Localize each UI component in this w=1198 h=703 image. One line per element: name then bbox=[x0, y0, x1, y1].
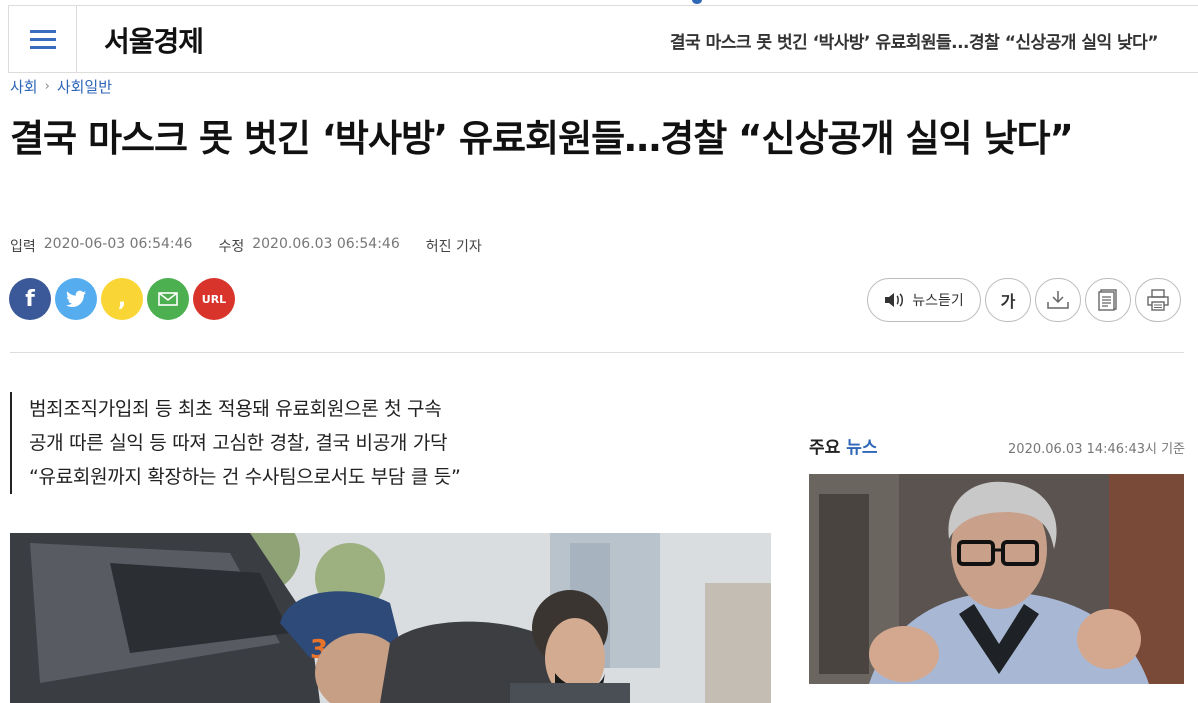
author-name[interactable]: 허진 기자 bbox=[426, 236, 482, 256]
mail-icon bbox=[158, 292, 178, 306]
sidebar-title: 주요 뉴스 bbox=[809, 433, 877, 458]
article-headline: 결국 마스크 못 벗긴 ‘박사방’ 유료회원들…경찰 “신상공개 실익 낮다” bbox=[10, 117, 1074, 160]
sidebar-news-photo[interactable] bbox=[809, 474, 1184, 684]
facebook-share-button[interactable]: f bbox=[9, 278, 51, 320]
url-label: URL bbox=[201, 292, 227, 306]
listen-news-button[interactable]: 뉴스듣기 bbox=[867, 278, 981, 322]
mail-share-button[interactable] bbox=[147, 278, 189, 320]
summary-line: 공개 따른 실익 등 따져 고심한 경찰, 결국 비공개 가닥 bbox=[29, 432, 448, 454]
site-header: 서울경제 결국 마스크 못 벗긴 ‘박사방’ 유료회원들...경찰 “신상공개 … bbox=[8, 5, 1198, 73]
article-tools: 뉴스듣기 가 bbox=[867, 278, 1181, 322]
sidebar-title-main: 주요 bbox=[809, 438, 841, 458]
sidebar-photo-image bbox=[809, 474, 1184, 684]
kakaostory-share-button[interactable]: , bbox=[101, 278, 143, 320]
font-size-button[interactable]: 가 bbox=[985, 278, 1031, 322]
twitter-bird-icon bbox=[66, 290, 86, 307]
listen-news-label: 뉴스듣기 bbox=[912, 293, 964, 309]
summary-line: 범죄조직가입죄 등 최초 적용돼 유료회원으론 첫 구속 bbox=[29, 398, 442, 420]
share-bar: f , URL bbox=[9, 278, 235, 320]
hamburger-icon-line bbox=[29, 45, 56, 49]
download-button[interactable] bbox=[1035, 278, 1081, 322]
breadcrumb-subsection[interactable]: 사회일반 bbox=[57, 76, 112, 97]
twitter-share-button[interactable] bbox=[55, 278, 97, 320]
article-summary: 범죄조직가입죄 등 최초 적용돼 유료회원으론 첫 구속 공개 따른 실익 등 … bbox=[10, 392, 461, 494]
site-logo[interactable]: 서울경제 bbox=[104, 20, 204, 60]
sidebar-timestamp: 2020.06.03 14:46:43시 기준 bbox=[1008, 442, 1185, 457]
facebook-icon: f bbox=[25, 286, 35, 312]
speaker-icon bbox=[885, 293, 904, 307]
menu-button[interactable] bbox=[9, 6, 77, 72]
breadcrumb-section[interactable]: 사회 bbox=[10, 76, 38, 97]
published-date: 2020-06-03 06:54:46 bbox=[43, 236, 193, 252]
font-size-label: 가 bbox=[1000, 292, 1016, 311]
breadcrumb: 사회 › 사회일반 bbox=[10, 76, 112, 97]
section-divider bbox=[10, 352, 1184, 353]
hamburger-icon-line bbox=[29, 37, 56, 41]
article-main-photo[interactable]: 3 bbox=[10, 533, 771, 703]
kakaostory-icon: , bbox=[117, 286, 127, 312]
article-photo-image: 3 bbox=[10, 533, 771, 703]
header-article-title: 결국 마스크 못 벗긴 ‘박사방’ 유료회원들...경찰 “신상공개 실익 낮다… bbox=[669, 33, 1159, 53]
printer-icon bbox=[1147, 289, 1169, 311]
sidebar-header: 주요 뉴스 2020.06.03 14:46:43시 기준 bbox=[809, 433, 1185, 458]
download-icon bbox=[1047, 291, 1069, 309]
scrap-button[interactable] bbox=[1085, 278, 1131, 322]
article-meta: 입력 2020-06-03 06:54:46 수정 2020.06.03 06:… bbox=[10, 236, 490, 256]
url-copy-button[interactable]: URL bbox=[193, 278, 235, 320]
hamburger-icon bbox=[29, 29, 56, 33]
document-icon bbox=[1098, 289, 1117, 311]
published-label: 입력 bbox=[10, 239, 36, 255]
chevron-right-icon: › bbox=[44, 79, 50, 94]
summary-line: “유료회원까지 확장하는 건 수사팀으로서도 부담 클 듯” bbox=[29, 466, 461, 488]
sidebar-title-accent: 뉴스 bbox=[846, 438, 878, 458]
print-button[interactable] bbox=[1135, 278, 1181, 322]
modified-label: 수정 bbox=[218, 239, 245, 255]
reading-progress-indicator bbox=[692, 0, 702, 4]
modified-date: 2020.06.03 06:54:46 bbox=[252, 236, 400, 252]
